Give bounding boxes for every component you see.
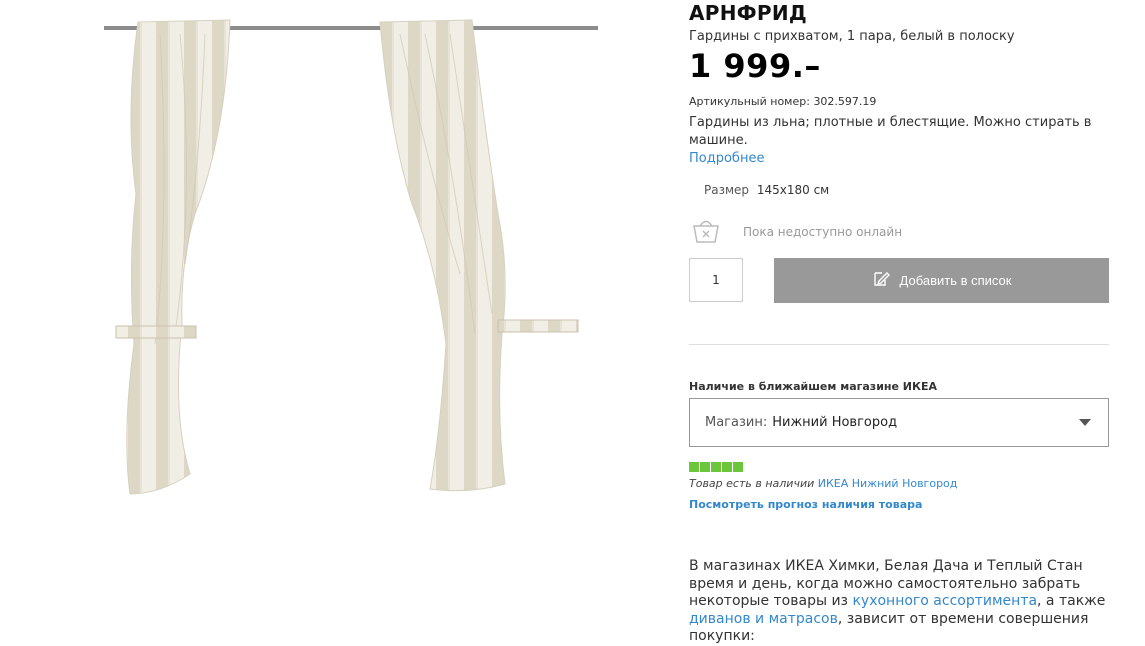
left-tieback <box>115 325 197 339</box>
basket-crossed-icon <box>691 216 721 246</box>
add-to-list-button[interactable]: Добавить в список <box>774 258 1109 303</box>
store-availability-heading: Наличие в ближайшем магазине ИКЕА <box>689 380 938 393</box>
stock-level-segment <box>722 462 732 472</box>
stock-level-segment <box>700 462 710 472</box>
article-number-row: Артикульный номер: 302.597.19 <box>689 95 876 108</box>
more-details-link[interactable]: Подробнее <box>689 151 764 166</box>
stock-level-segment <box>711 462 721 472</box>
product-image[interactable] <box>100 14 600 504</box>
right-curtain <box>379 19 506 492</box>
quantity-input[interactable]: 1 <box>689 258 743 302</box>
store-select-value: Нижний Новгород <box>772 415 898 430</box>
article-number: 302.597.19 <box>813 95 877 108</box>
section-divider <box>689 344 1109 345</box>
product-price: 1 999.– <box>689 47 821 85</box>
store-select[interactable]: Магазин: Нижний Новгород <box>689 398 1109 447</box>
pickup-info-text: В магазинах ИКЕА Химки, Белая Дача и Теп… <box>689 558 1109 646</box>
left-curtain <box>126 19 231 495</box>
stock-level-segment <box>689 462 699 472</box>
right-tieback <box>497 319 579 333</box>
unavailable-online-text: Пока недоступно онлайн <box>743 225 903 239</box>
sofas-mattresses-link[interactable]: диванов и матрасов <box>689 611 838 627</box>
stock-forecast-link[interactable]: Посмотреть прогноз наличия товара <box>689 498 922 511</box>
add-to-list-label: Добавить в список <box>899 273 1012 288</box>
size-value: 145x180 см <box>756 183 830 197</box>
stock-status-text: Товар есть в наличии <box>689 477 815 490</box>
product-description: Гардины из льна; плотные и блестящие. Мо… <box>689 115 1092 148</box>
store-select-label: Магазин: <box>705 415 768 430</box>
size-label: Размер <box>704 183 750 197</box>
size-row: Размер 145x180 см <box>704 183 829 197</box>
curtain-image <box>104 19 598 495</box>
stock-store-link[interactable]: ИКЕА Нижний Новгород <box>818 477 958 490</box>
edit-list-icon <box>872 270 890 291</box>
product-subtitle: Гардины с прихватом, 1 пара, белый в пол… <box>689 29 1015 44</box>
chevron-down-icon <box>1079 419 1091 426</box>
stock-status: Товар есть в наличии ИКЕА Нижний Новгоро… <box>689 477 957 490</box>
product-name: АРНФРИД <box>689 1 808 25</box>
kitchen-assortment-link[interactable]: кухонного ассортимента <box>852 593 1037 609</box>
promo-text-2: , а также <box>1037 593 1106 609</box>
article-label: Артикульный номер: <box>689 95 810 108</box>
stock-level-segment <box>733 462 743 472</box>
stock-level-bar <box>689 462 743 472</box>
